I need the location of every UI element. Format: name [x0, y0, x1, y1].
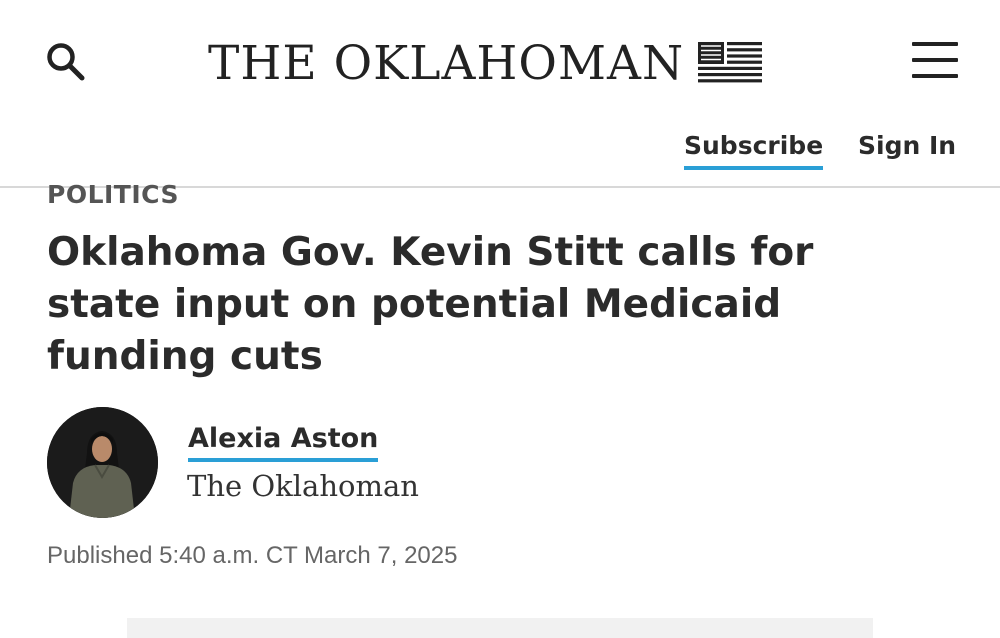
search-icon — [47, 43, 85, 81]
article-headline: Oklahoma Gov. Kevin Stitt calls for stat… — [47, 230, 814, 379]
logo-text: THE OKLAHOMAN — [208, 36, 685, 91]
hamburger-menu-icon[interactable] — [912, 42, 958, 78]
author-avatar[interactable] — [47, 407, 158, 518]
section-label[interactable]: POLITICS — [47, 178, 179, 212]
menu-bar — [912, 42, 958, 46]
flag-stripes-icon — [698, 42, 763, 83]
search-button[interactable] — [44, 40, 88, 84]
author-photo — [47, 407, 158, 518]
site-header: THE OKLAHOMAN Subscribe Sign In — [0, 0, 1000, 188]
publish-timestamp: Published 5:40 a.m. CT March 7, 2025 — [47, 538, 457, 574]
published-time: 5:40 a.m. CT March 7, 2025 — [159, 542, 458, 569]
menu-bar — [912, 58, 958, 62]
media-placeholder — [127, 618, 873, 638]
sign-in-link[interactable]: Sign In — [858, 128, 956, 164]
site-logo[interactable]: THE OKLAHOMAN — [208, 34, 763, 94]
subscribe-link[interactable]: Subscribe — [684, 128, 824, 170]
author-name-link[interactable]: Alexia Aston — [188, 421, 379, 462]
menu-bar — [912, 74, 958, 78]
published-prefix: Published — [47, 542, 153, 569]
author-organization: The Oklahoman — [187, 469, 419, 503]
